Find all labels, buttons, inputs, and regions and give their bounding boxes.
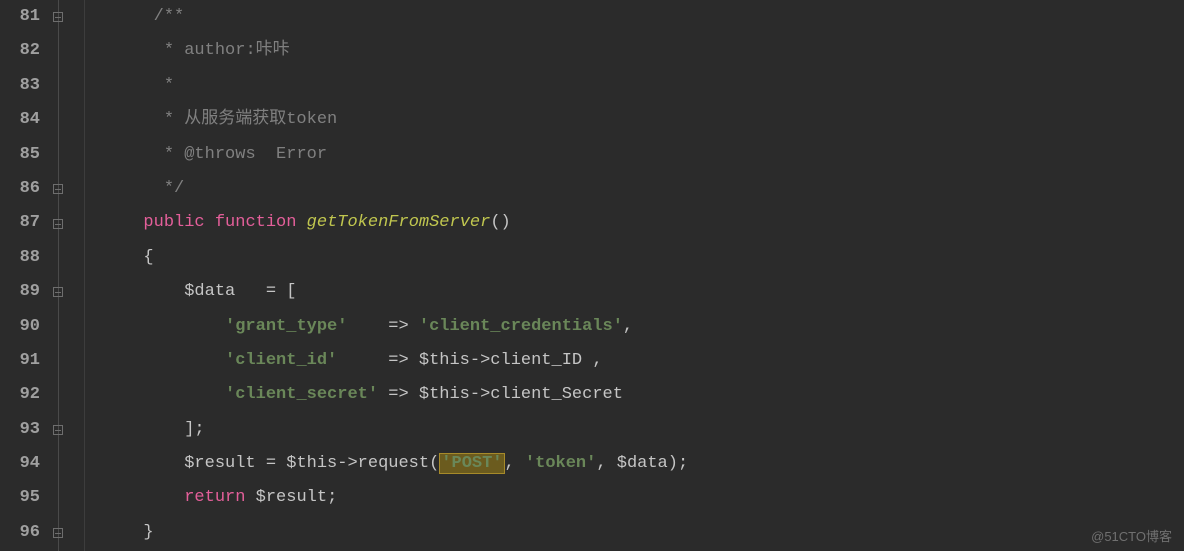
keyword-return: return (184, 488, 245, 507)
line-number: 93 (12, 413, 40, 447)
code-line[interactable]: public function getTokenFromServer() (72, 206, 1184, 240)
method-name: getTokenFromServer (307, 213, 491, 232)
member-access: client_Secret (490, 385, 623, 404)
fold-toggle-icon[interactable] (53, 528, 63, 538)
watermark: @51CTO博客 (1091, 526, 1172, 545)
docblock-open: /** (154, 7, 185, 26)
brace-close: } (143, 523, 153, 542)
code-line[interactable]: 'client_secret' => $this->client_Secret (72, 378, 1184, 412)
fold-toggle-icon[interactable] (53, 287, 63, 297)
keyword-public: public (143, 213, 204, 232)
code-line[interactable]: return $result; (72, 481, 1184, 515)
line-number: 82 (12, 34, 40, 68)
method-call: request (358, 454, 429, 473)
variable-data: $data (184, 282, 235, 301)
code-line[interactable]: 'client_id' => $this->client_ID , (72, 344, 1184, 378)
member-access: client_ID (490, 351, 582, 370)
code-line[interactable]: } (72, 516, 1184, 550)
array-key: 'client_secret' (225, 385, 378, 404)
line-number: 86 (12, 172, 40, 206)
line-number: 95 (12, 481, 40, 515)
array-close: ]; (184, 420, 204, 439)
line-number: 89 (12, 275, 40, 309)
code-line[interactable]: $result = $this->request('POST', 'token'… (72, 447, 1184, 481)
this-reference: $this (419, 385, 470, 404)
search-highlight: 'POST' (439, 453, 504, 474)
code-line[interactable]: * (72, 69, 1184, 103)
fold-toggle-icon[interactable] (53, 219, 63, 229)
line-number: 84 (12, 103, 40, 137)
code-line[interactable]: 'grant_type' => 'client_credentials', (72, 310, 1184, 344)
code-content[interactable]: /** * author:咔咔 * * 从服务端获取token * @throw… (68, 0, 1184, 551)
line-number: 81 (12, 0, 40, 34)
code-line[interactable]: $data = [ (72, 275, 1184, 309)
this-reference: $this (286, 454, 337, 473)
docblock-close: */ (154, 179, 185, 198)
code-line[interactable]: * author:咔咔 (72, 34, 1184, 68)
code-line[interactable]: */ (72, 172, 1184, 206)
code-line[interactable]: ]; (72, 413, 1184, 447)
line-number: 88 (12, 241, 40, 275)
fold-column (48, 0, 68, 551)
line-number: 85 (12, 138, 40, 172)
line-number: 94 (12, 447, 40, 481)
line-number: 91 (12, 344, 40, 378)
code-line[interactable]: /** (72, 0, 1184, 34)
line-number: 90 (12, 310, 40, 344)
array-key: 'grant_type' (225, 317, 347, 336)
brace-open: { (143, 248, 153, 267)
line-number: 96 (12, 516, 40, 550)
fold-toggle-icon[interactable] (53, 184, 63, 194)
line-number-gutter: 81 82 83 84 85 86 87 88 89 90 91 92 93 9… (0, 0, 48, 551)
array-value: 'client_credentials' (419, 317, 623, 336)
fold-toggle-icon[interactable] (53, 12, 63, 22)
fold-toggle-icon[interactable] (53, 425, 63, 435)
throws-tag: @throws (184, 145, 255, 164)
code-editor[interactable]: 81 82 83 84 85 86 87 88 89 90 91 92 93 9… (0, 0, 1184, 551)
this-reference: $this (419, 351, 470, 370)
code-line[interactable]: { (72, 241, 1184, 275)
line-number: 92 (12, 378, 40, 412)
code-line[interactable]: * 从服务端获取token (72, 103, 1184, 137)
array-key: 'client_id' (225, 351, 337, 370)
code-line[interactable]: * @throws Error (72, 138, 1184, 172)
variable-result: $result (184, 454, 255, 473)
line-number: 87 (12, 206, 40, 240)
keyword-function: function (215, 213, 297, 232)
line-number: 83 (12, 69, 40, 103)
